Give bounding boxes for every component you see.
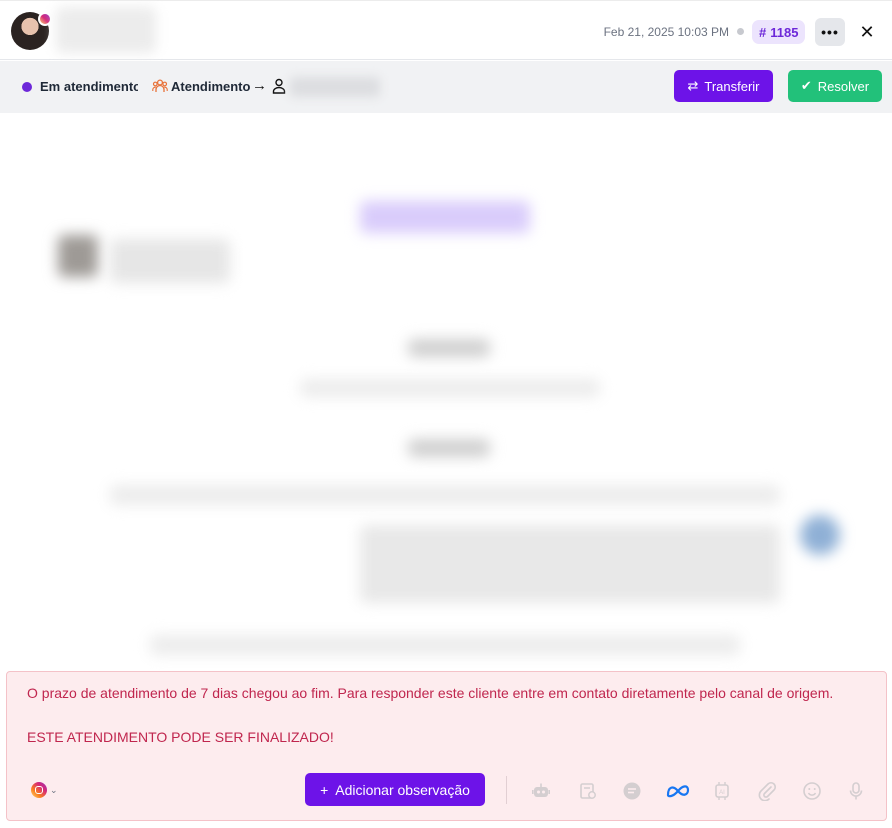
ai-chip-icon[interactable]: AI (711, 780, 733, 802)
plus-icon: + (320, 781, 329, 798)
date-chip-redacted (360, 201, 530, 233)
message-redacted (408, 339, 490, 357)
more-options-button[interactable]: ••• (815, 18, 845, 46)
conversation-header: Feb 21, 2025 10:03 PM # 1185 ••• ✕ (0, 0, 892, 60)
chevron-down-icon: ⌄ (50, 784, 58, 795)
robot-icon[interactable] (530, 780, 552, 802)
transfer-button[interactable]: ⇄ Transferir (674, 70, 773, 102)
expired-message: O prazo de atendimento de 7 dias chegou … (27, 685, 834, 701)
agent-avatar-redacted (800, 515, 840, 555)
ticket-number-badge: # 1185 (752, 20, 806, 44)
instagram-badge-icon (38, 12, 52, 26)
can-finish-notice: ESTE ATENDIMENTO PODE SER FINALIZADO! (27, 729, 334, 745)
meta-icon[interactable] (665, 780, 691, 802)
close-icon: ✕ (859, 21, 875, 42)
status-dot-icon (22, 82, 32, 92)
message-list-redacted (0, 113, 892, 670)
toolbar-divider (506, 776, 507, 804)
arrow-right-icon: → (252, 77, 267, 94)
message-redacted (408, 439, 490, 457)
resolve-button[interactable]: ✔ Resolver (788, 70, 882, 102)
status-bar: Em atendimento Atendimento → ⇄ Transferi… (0, 61, 892, 113)
agent-icon (272, 78, 286, 94)
agent-name-redacted (290, 77, 380, 97)
check-icon: ✔ (800, 78, 812, 93)
ticket-number: 1185 (770, 24, 799, 40)
message-redacted (110, 239, 230, 283)
add-note-button[interactable]: + Adicionar observação (305, 773, 485, 806)
close-button[interactable]: ✕ (857, 18, 877, 46)
message-redacted (300, 379, 600, 397)
message-avatar-redacted (58, 235, 98, 277)
attachment-icon[interactable] (756, 780, 778, 802)
transfer-label: Transferir (704, 78, 760, 94)
team-icon (152, 79, 168, 92)
template-icon[interactable] (577, 780, 599, 802)
separator-dot (737, 28, 744, 35)
contact-name-redacted (56, 7, 156, 53)
transfer-icon: ⇄ (687, 78, 699, 93)
resolve-label: Resolver (817, 78, 870, 94)
microphone-icon[interactable] (845, 780, 867, 802)
emoji-icon[interactable] (801, 780, 823, 802)
hash-icon: # (759, 24, 767, 40)
instagram-icon (31, 782, 47, 798)
team-label[interactable]: Atendimento (171, 79, 250, 94)
message-redacted (110, 485, 780, 505)
svg-text:AI: AI (719, 790, 725, 796)
quick-reply-icon[interactable] (621, 780, 643, 802)
conversation-timestamp: Feb 21, 2025 10:03 PM (603, 25, 729, 39)
message-redacted (150, 635, 740, 655)
channel-select[interactable]: ⌄ (31, 782, 58, 798)
more-icon: ••• (821, 24, 839, 40)
message-bubble-redacted (360, 525, 780, 603)
conversation-window: Feb 21, 2025 10:03 PM # 1185 ••• ✕ Em at… (0, 0, 892, 828)
expired-window-notice: O prazo de atendimento de 7 dias chegou … (6, 671, 887, 821)
add-note-label: Adicionar observação (335, 781, 470, 798)
status-label[interactable]: Em atendimento (40, 79, 138, 94)
